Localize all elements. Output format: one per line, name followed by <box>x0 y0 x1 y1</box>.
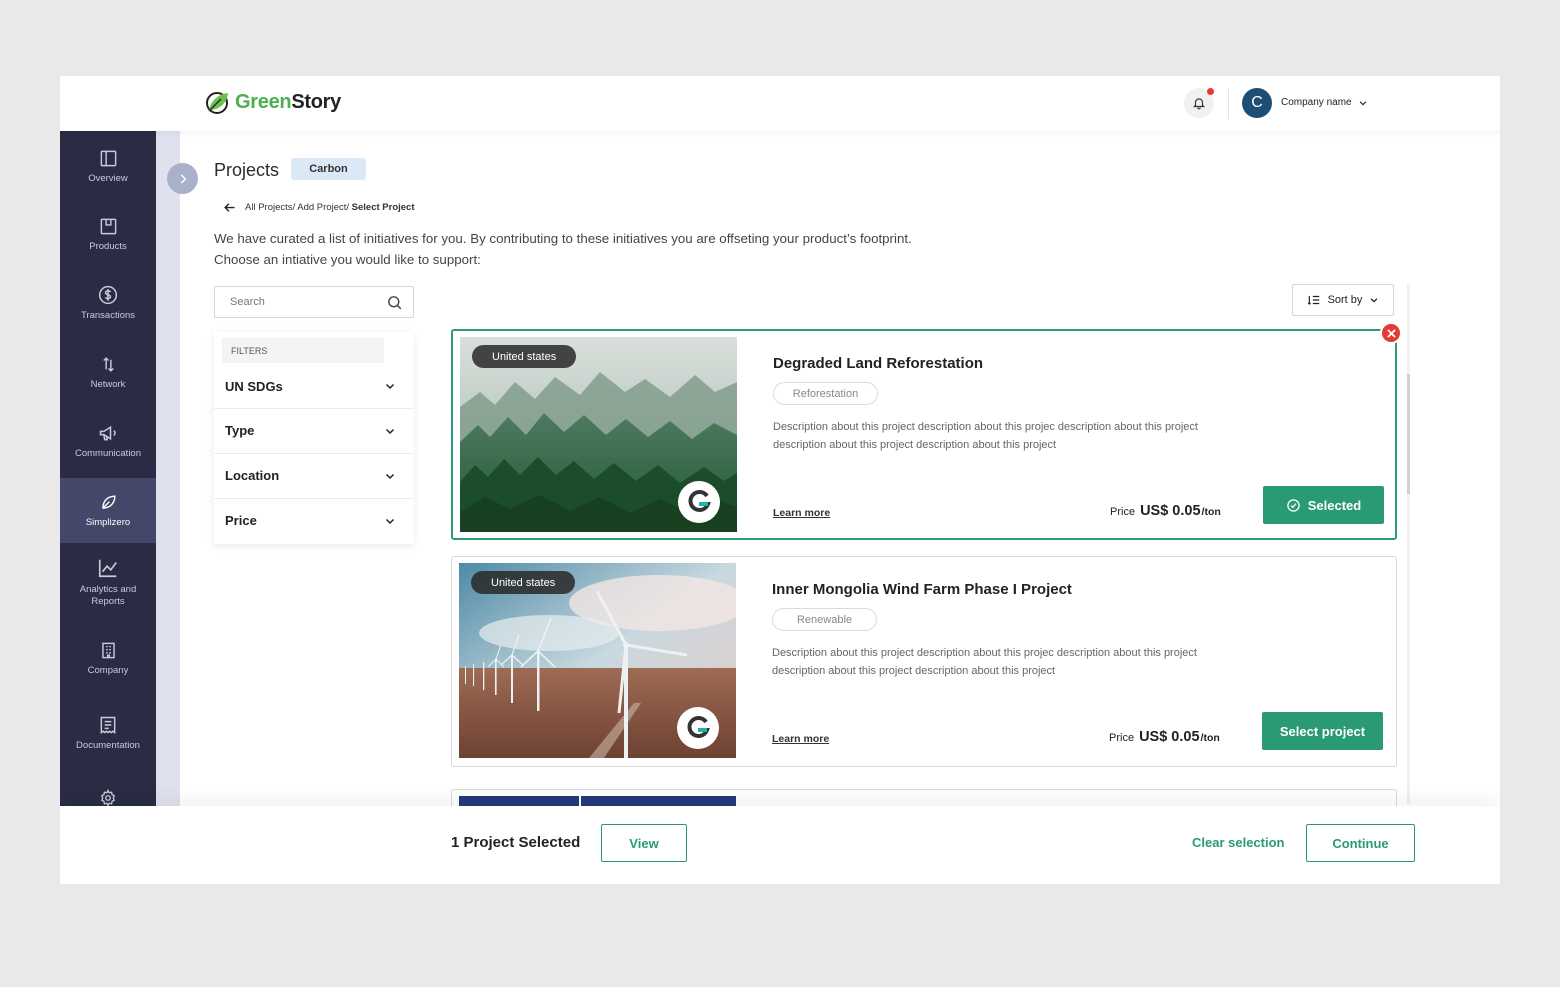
search-icon[interactable] <box>386 294 403 311</box>
project-description: Description about this project descripti… <box>772 647 1197 677</box>
sidebar-item-simplizero[interactable]: Simplizero <box>60 478 156 543</box>
project-image-wind-farm: United states <box>459 563 736 758</box>
bell-icon <box>1192 98 1206 110</box>
chevron-down-icon <box>385 473 395 479</box>
gear-icon <box>100 789 116 807</box>
breadcrumb-current: Select Project <box>351 202 415 213</box>
chart-icon <box>98 559 117 578</box>
filters-heading: FILTERS <box>222 338 384 363</box>
project-card[interactable]: United states Degraded Land Reforestatio… <box>451 329 1397 540</box>
sidebar-item-products[interactable]: Products <box>60 217 156 265</box>
project-title: Degraded Land Reforestation <box>773 355 984 372</box>
sidebar-item-company[interactable]: Company <box>60 641 156 689</box>
filter-type[interactable]: Type <box>214 408 414 452</box>
brand-name: GreenStory <box>235 90 341 113</box>
breadcrumb: All Projects/ Add Project/ Select Projec… <box>222 200 415 215</box>
selected-button[interactable]: Selected <box>1263 486 1384 524</box>
document-icon <box>100 716 116 734</box>
company-name: Company name <box>1281 97 1352 108</box>
carbon-badge: Carbon <box>291 158 366 180</box>
building-icon <box>101 642 115 659</box>
project-price: Price US$ 0.05 /ton <box>1110 503 1221 519</box>
network-icon <box>102 357 114 372</box>
continue-button[interactable]: Continue <box>1306 824 1415 862</box>
project-card[interactable]: United states Inner Mongolia Wind Farm P… <box>451 556 1397 767</box>
sidebar-edge <box>156 131 180 884</box>
registry-logo-icon <box>678 481 720 523</box>
sidebar-item-communication[interactable]: Communication <box>60 423 156 471</box>
location-badge: United states <box>472 345 577 368</box>
project-image-forest: United states <box>460 337 737 532</box>
sidebar-item-network[interactable]: Network <box>60 355 156 403</box>
chevron-down-icon <box>1359 100 1366 106</box>
project-type-tag: Renewable <box>772 608 877 631</box>
top-bar: GreenStory C Company name <box>60 76 1500 131</box>
products-icon <box>100 218 116 235</box>
selected-count: 1 Project Selected <box>451 834 581 851</box>
scrollbar-thumb[interactable] <box>1407 374 1410 494</box>
megaphone-icon <box>99 425 116 441</box>
sort-icon <box>1307 295 1319 305</box>
chevron-right-icon <box>180 173 186 184</box>
chevron-down-icon <box>385 518 395 524</box>
filter-location[interactable]: Location <box>214 453 414 497</box>
selection-bar: 1 Project Selected View Clear selection … <box>60 806 1500 884</box>
chevron-down-icon <box>385 383 395 390</box>
sidebar-item-analytics[interactable]: Analytics and Reports <box>60 557 156 613</box>
filter-price[interactable]: Price <box>214 498 414 542</box>
back-arrow-icon[interactable] <box>222 200 237 215</box>
view-button[interactable]: View <box>601 824 687 862</box>
scrollbar-track[interactable] <box>1407 284 1410 804</box>
header-divider <box>1228 89 1229 119</box>
location-badge: United states <box>471 571 576 594</box>
select-project-button[interactable]: Select project <box>1262 712 1383 750</box>
project-price: Price US$ 0.05 /ton <box>1109 729 1220 745</box>
filter-un-sdgs[interactable]: UN SDGs <box>214 364 414 408</box>
search-input[interactable] <box>230 296 360 308</box>
overview-icon <box>100 150 116 167</box>
search-box[interactable] <box>214 286 414 318</box>
dollar-icon <box>98 285 118 305</box>
remove-selection-icon[interactable] <box>1380 322 1402 344</box>
sidebar: Overview Products Transactions Network C… <box>60 131 156 884</box>
notification-dot <box>1207 88 1214 95</box>
filters-panel: FILTERS UN SDGs Type Location Price <box>214 332 414 544</box>
leaf-icon <box>101 495 116 509</box>
intro-text: We have curated a list of initiatives fo… <box>214 231 912 267</box>
check-circle-icon <box>1287 498 1300 512</box>
breadcrumb-path[interactable]: All Projects/ Add Project/ <box>245 202 352 213</box>
greenstory-logo[interactable]: GreenStory <box>203 88 341 116</box>
learn-more-link[interactable]: Learn more <box>773 507 830 519</box>
clear-selection-button[interactable]: Clear selection <box>1192 835 1285 850</box>
sidebar-item-transactions[interactable]: Transactions <box>60 285 156 333</box>
logo-mark-icon <box>206 92 228 114</box>
sidebar-item-documentation[interactable]: Documentation <box>60 715 156 765</box>
company-menu[interactable]: Company name <box>1281 97 1368 108</box>
project-title: Inner Mongolia Wind Farm Phase I Project <box>772 581 1072 598</box>
avatar[interactable]: C <box>1242 88 1272 118</box>
registry-logo-icon <box>677 707 719 749</box>
notifications-button[interactable] <box>1184 88 1214 118</box>
sidebar-item-overview[interactable]: Overview <box>60 149 156 197</box>
expand-sidebar-button[interactable] <box>167 163 198 194</box>
chevron-down-icon <box>1371 298 1378 303</box>
app-window: GreenStory C Company name Overview Produ… <box>60 76 1500 884</box>
page-title: Projects <box>214 160 280 180</box>
sort-by-dropdown[interactable]: Sort by <box>1292 284 1394 316</box>
project-description: Description about this project descripti… <box>773 421 1198 451</box>
project-type-tag: Reforestation <box>773 382 878 405</box>
learn-more-link[interactable]: Learn more <box>772 733 829 745</box>
chevron-down-icon <box>385 428 395 434</box>
